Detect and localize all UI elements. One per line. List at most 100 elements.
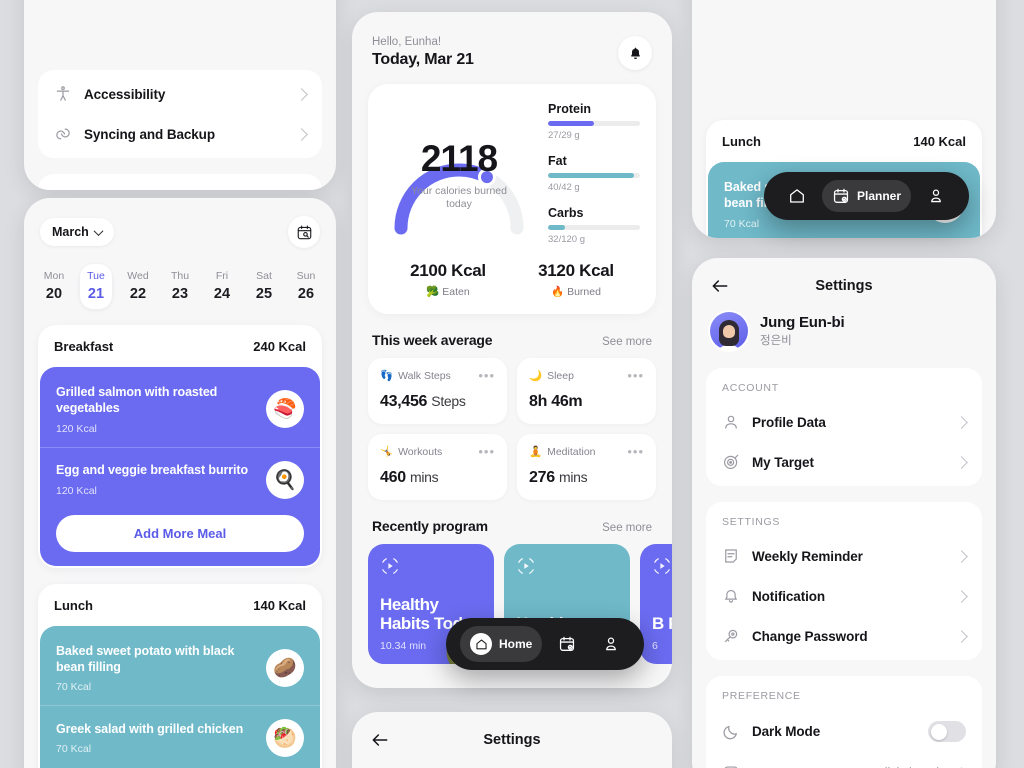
settings-item-notification[interactable]: Notification <box>706 576 982 616</box>
day-cell-wed[interactable]: Wed 22 <box>122 264 154 309</box>
add-more-meal-button[interactable]: Add More Meal <box>56 514 304 552</box>
meal-item-title: Egg and veggie breakfast burrito <box>56 463 248 478</box>
settings-item-my-target[interactable]: My Target <box>706 442 982 482</box>
settings-item-profile-data[interactable]: Profile Data <box>706 402 982 442</box>
stat-card-sleep[interactable]: 🌙 Sleep ••• 8h 46m <box>517 358 656 424</box>
list-item[interactable]: Greek salad with grilled chicken 70 Kcal… <box>40 705 320 768</box>
list-item[interactable]: Egg and veggie breakfast burrito 120 Kca… <box>40 446 320 511</box>
bell-outline-icon <box>722 587 740 605</box>
stat-card-meditation[interactable]: 🧘 Meditation ••• 276 mins <box>517 434 656 500</box>
sidebar-item-accessibility[interactable]: Accessibility <box>38 74 322 114</box>
workout-icon: 🤸 <box>380 446 394 458</box>
chevron-right-icon <box>955 549 968 563</box>
settings-header: Settings <box>692 258 996 310</box>
group-title-account: ACCOUNT <box>722 382 779 394</box>
settings-item-weekly-reminder[interactable]: Weekly Reminder <box>706 536 982 576</box>
program-duration: 6 <box>652 640 658 652</box>
day-cell-thu[interactable]: Thu 23 <box>164 264 196 309</box>
program-card[interactable]: B P A 6 <box>640 544 672 664</box>
more-options-icon[interactable]: ••• <box>478 445 495 458</box>
settings-item-change-password[interactable]: Change Password <box>706 616 982 656</box>
macro-fill <box>548 225 565 230</box>
nav-item-profile[interactable] <box>592 628 630 660</box>
day-cell-tue[interactable]: Tue 21 <box>80 264 112 309</box>
nav-item-home[interactable]: Home <box>460 626 543 662</box>
back-button[interactable] <box>710 276 730 296</box>
nav-item-planner[interactable]: Planner <box>822 180 912 212</box>
calendar-search-button[interactable] <box>288 216 320 248</box>
group-title-preference: PREFERENCE <box>722 690 801 702</box>
see-more-link[interactable]: See more <box>602 336 652 348</box>
day-number: 24 <box>213 286 231 302</box>
settings-item-dark-mode[interactable]: Dark Mode <box>706 710 982 753</box>
macro-fill <box>548 173 634 178</box>
settings-item-label: Weekly Reminder <box>752 548 863 564</box>
stat-value: 43,456 Steps <box>380 393 466 410</box>
list-item[interactable]: Baked sweet potato with black bean filli… <box>40 630 320 706</box>
chevron-right-icon <box>955 629 968 643</box>
stat-label: Workouts <box>398 445 443 458</box>
nav-item-home[interactable] <box>778 180 816 212</box>
day-cell-mon[interactable]: Mon 20 <box>38 264 70 309</box>
nav-item-profile[interactable] <box>917 180 955 212</box>
broccoli-icon: 🥦 <box>426 286 440 298</box>
settings-group-settings: SETTINGS Weekly Reminder Notification Ch… <box>706 502 982 660</box>
profile-summary[interactable]: Jung Eun-bi 정은비 <box>692 310 996 368</box>
right-settings-panel: Settings Jung Eun-bi 정은비 ACCOUNT Profile… <box>692 258 996 768</box>
dark-mode-toggle[interactable] <box>928 721 966 742</box>
stat-value: 8h 46m <box>529 393 583 410</box>
meal-item-title: Grilled salmon with roasted vegetables <box>56 385 218 416</box>
day-name: Thu <box>170 270 190 282</box>
macro-fill <box>548 121 594 126</box>
week-average-header: This week average See more <box>352 314 672 358</box>
profile-icon <box>606 637 617 651</box>
stat-card-walk-steps[interactable]: 👣 Walk Steps ••• 43,456 Steps <box>368 358 507 424</box>
more-options-icon[interactable]: ••• <box>478 369 495 382</box>
meal-items: Baked sweet potato with black bean filli… <box>40 625 320 768</box>
macro-label: Carbs <box>548 206 584 220</box>
day-number: 20 <box>45 286 63 302</box>
chevron-right-icon <box>955 589 968 603</box>
settings-group-preference: PREFERENCE Dark Mode Language English (U <box>706 676 982 768</box>
stat-value: 276 mins <box>529 469 588 486</box>
meal-item-emoji: 🍣 <box>266 390 304 429</box>
kcal-totals: 2100 Kcal 🥦 Eaten 3120 Kcal 🔥 Burned <box>384 261 640 298</box>
moon-icon <box>722 723 740 741</box>
settings-card-help: HELP ? Support and Feedback Privacy Cent… <box>38 174 322 190</box>
bottom-nav-right: Planner <box>764 172 970 220</box>
macro-protein: Protein 27/29 g <box>548 102 640 141</box>
see-more-link[interactable]: See more <box>602 522 652 534</box>
calorie-summary-card: 2118 Your calories burned today Protein 2… <box>368 84 656 314</box>
settings-card-top: Accessibility Syncing and Backup <box>38 70 322 158</box>
day-cell-sun[interactable]: Sun 26 <box>290 264 322 309</box>
day-cell-sat[interactable]: Sat 25 <box>248 264 280 309</box>
key-icon <box>722 627 740 645</box>
settings-item-language[interactable]: Language English (USA) <box>706 753 982 768</box>
settings-item-label: Dark Mode <box>752 724 821 739</box>
stat-value: 460 mins <box>380 469 439 486</box>
day-number: 26 <box>297 286 315 302</box>
planner-header: March <box>24 198 336 262</box>
meal-item-kcal: 70 Kcal <box>56 743 92 756</box>
more-options-icon[interactable]: ••• <box>627 445 644 458</box>
kcal-label: 🔥 Burned <box>551 286 601 298</box>
nav-item-planner[interactable] <box>548 628 586 660</box>
program-title: B P A <box>652 613 672 633</box>
day-cell-fri[interactable]: Fri 24 <box>206 264 238 309</box>
notification-button[interactable] <box>618 36 652 70</box>
kcal-burned: 3120 Kcal 🔥 Burned <box>512 261 640 298</box>
kcal-eaten: 2100 Kcal 🥦 Eaten <box>384 261 512 298</box>
chevron-right-icon <box>955 455 968 469</box>
greeting-text: Hello, Eunha! <box>372 36 442 48</box>
back-button[interactable] <box>370 730 390 750</box>
stat-card-workouts[interactable]: 🤸 Workouts ••• 460 mins <box>368 434 507 500</box>
stat-label: Sleep <box>547 369 574 382</box>
more-options-icon[interactable]: ••• <box>627 369 644 382</box>
month-selector[interactable]: March <box>40 218 114 246</box>
macro-fat: Fat 40/42 g <box>548 154 640 193</box>
chevron-right-icon <box>955 415 968 429</box>
list-item[interactable]: Grilled salmon with roasted vegetables 1… <box>40 371 320 447</box>
meal-items: Grilled salmon with roasted vegetables 1… <box>40 367 320 566</box>
sidebar-item-syncing-and-backup[interactable]: Syncing and Backup <box>38 114 322 154</box>
arrow-left-icon <box>712 280 728 292</box>
